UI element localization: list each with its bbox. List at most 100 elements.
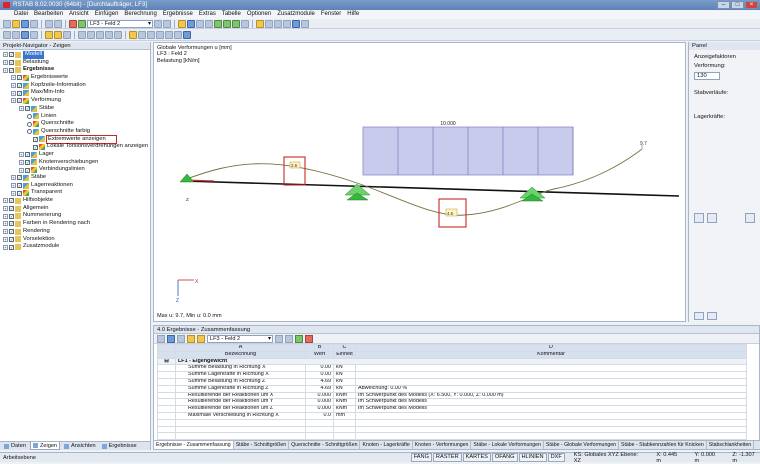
result-tab-0[interactable]: Ergebnisse - Zusammenfassung — [154, 441, 234, 449]
menu-hilfe[interactable]: Hilfe — [347, 10, 359, 19]
load-icon[interactable] — [45, 30, 53, 39]
table-icon[interactable] — [292, 19, 300, 28]
mirror-icon[interactable] — [105, 30, 113, 39]
table-excel-icon[interactable] — [295, 334, 303, 343]
result-tab-4[interactable]: Knoten - Verformungen — [413, 441, 472, 449]
nav-item-6[interactable]: + ✓ Verformung — [0, 97, 150, 105]
status-ofang[interactable]: OFANG — [491, 453, 518, 462]
table-row[interactable]: Resultierende der Reaktionen um Z 0.000 kN… — [157, 405, 747, 413]
view-icon[interactable] — [178, 19, 186, 28]
expand-icon[interactable]: + — [11, 83, 16, 89]
table-row[interactable]: Summe Belastung in Richtung X 0.00 kN — [157, 364, 747, 373]
next-icon[interactable] — [163, 19, 171, 28]
table-row[interactable]: Summe Belastung in Richtung Z 4.69 kN — [157, 377, 747, 386]
nav-item-4[interactable]: + ✓ Kopfzeile-Information — [0, 82, 150, 90]
checkbox-icon[interactable]: ✓ — [9, 213, 14, 219]
nodal-load-icon[interactable] — [63, 30, 71, 39]
expand-icon[interactable]: + — [19, 167, 24, 173]
expand-icon[interactable]: + — [3, 213, 8, 219]
header-bezeichnung[interactable]: Bezeichnung — [175, 350, 306, 359]
expand-icon[interactable]: + — [3, 221, 8, 227]
previous-icon[interactable] — [154, 19, 162, 28]
panel-diagram-button[interactable] — [707, 213, 717, 223]
expand-icon[interactable]: + — [11, 75, 16, 81]
checkbox-icon[interactable]: ✓ — [25, 167, 30, 173]
checkbox-icon[interactable]: ✓ — [9, 52, 14, 58]
table-print-icon[interactable] — [177, 334, 185, 343]
table-row[interactable]: Summe Lagerkräfte in Richtung Z 4.69 kN Abw… — [157, 384, 747, 393]
nav-item-22[interactable]: + ✓ Farben in Rendering nach — [0, 220, 150, 228]
expand-icon[interactable]: + — [3, 198, 8, 204]
result-tab-3[interactable]: Knoten - Lagerkräfte — [360, 441, 413, 449]
rotate-icon[interactable] — [96, 30, 104, 39]
expand-icon[interactable]: + — [11, 90, 16, 96]
table-group-row[interactable]: ⊟ LF1 - Eigengewicht — [157, 357, 747, 366]
table-filter-icon[interactable] — [187, 334, 195, 343]
print-icon[interactable] — [30, 19, 38, 28]
coordinate-system-icon[interactable] — [183, 30, 191, 39]
zoom-icon[interactable] — [196, 19, 204, 28]
nav-item-12[interactable]: ✓ Lokale Torsionsverdrehungen anzeigen — [0, 143, 150, 151]
expand-icon[interactable]: + — [3, 60, 8, 66]
status-fang[interactable]: FANG — [410, 453, 432, 462]
checkbox-icon[interactable]: ✓ — [17, 175, 22, 181]
checkbox-icon[interactable]: ✓ — [33, 144, 38, 150]
zoom-all-icon[interactable] — [205, 19, 213, 28]
nav-item-9[interactable]: Querschnitte — [0, 120, 150, 128]
view-x-icon[interactable] — [214, 19, 222, 28]
nav-item-21[interactable]: + ✓ Nummerierung — [0, 212, 150, 220]
status-dxf[interactable]: DXF — [547, 453, 565, 462]
checkbox-icon[interactable]: ✓ — [17, 90, 22, 96]
node-icon[interactable] — [3, 30, 11, 39]
table-loadcase-select[interactable]: LF3 - Feld 2 — [207, 334, 273, 343]
nav-item-3[interactable]: + ✓ Ergebniswerte — [0, 74, 150, 82]
menu-ansicht[interactable]: Ansicht — [69, 10, 89, 19]
hinge-icon[interactable] — [30, 30, 38, 39]
checkbox-icon[interactable]: ✓ — [17, 183, 22, 189]
menu-ergebnisse[interactable]: Ergebnisse — [163, 10, 193, 19]
menu-fenster[interactable]: Fenster — [321, 10, 341, 19]
checkbox-icon[interactable]: ✓ — [17, 83, 22, 89]
render-icon[interactable] — [187, 19, 195, 28]
work-plane-icon[interactable] — [174, 30, 182, 39]
graphics-window[interactable]: Globale Verformungen u [mm] LF3 : Feld 2… — [153, 42, 686, 322]
expand-icon[interactable]: + — [11, 183, 16, 189]
menu-optionen[interactable]: Optionen — [247, 10, 271, 19]
filter-icon[interactable] — [274, 19, 282, 28]
nav-item-15[interactable]: + ✓ Verbindungslinien — [0, 166, 150, 174]
expand-icon[interactable]: + — [11, 175, 16, 181]
dimension-icon[interactable] — [138, 30, 146, 39]
iso-view-icon[interactable] — [241, 19, 249, 28]
checkbox-icon[interactable]: ✓ — [9, 236, 14, 242]
checkbox-icon[interactable]: ✓ — [9, 60, 14, 66]
nav-item-24[interactable]: + ✓ Vorselektion — [0, 236, 150, 244]
checkbox-icon[interactable]: ✓ — [33, 136, 38, 142]
save-icon[interactable] — [21, 19, 29, 28]
expand-icon[interactable]: + — [3, 52, 8, 58]
deformation-factor-input[interactable]: 130 — [694, 72, 720, 80]
table-prev-icon[interactable] — [275, 334, 283, 343]
deformation-icon[interactable] — [256, 19, 264, 28]
table-select-icon[interactable] — [197, 334, 205, 343]
table-row[interactable]: Summe Lagerkräfte in Richtung X 0.00 kN — [157, 371, 747, 379]
snap-icon[interactable] — [165, 30, 173, 39]
nav-item-0[interactable]: + ✓ Modell — [0, 51, 150, 59]
expand-icon[interactable]: + — [19, 152, 24, 158]
expand-icon[interactable]: + — [3, 206, 8, 212]
checkbox-icon[interactable]: ✓ — [25, 159, 30, 165]
expand-icon[interactable]: + — [3, 67, 8, 73]
menu-zusatzmodule[interactable]: Zusatzmodule — [277, 10, 315, 19]
expand-icon[interactable]: + — [19, 159, 24, 165]
panel-tab-2[interactable] — [707, 312, 717, 320]
expand-icon[interactable]: + — [3, 229, 8, 235]
values-icon[interactable] — [265, 19, 273, 28]
close-button[interactable]: × — [745, 1, 758, 9]
checkbox-icon[interactable]: ✓ — [9, 229, 14, 235]
result-tab-7[interactable]: Stäbe - Stabkennzahlen für Knicken — [619, 441, 707, 449]
table-row[interactable]: Resultierende der Reaktionen um Y 0.000 kN… — [157, 398, 747, 407]
radio-icon[interactable] — [27, 121, 32, 127]
panel-icon[interactable] — [301, 19, 309, 28]
loadcase-select[interactable]: LF3 - Feld 2 — [87, 19, 153, 28]
checkbox-icon[interactable]: ✓ — [9, 206, 14, 212]
results-icon[interactable] — [78, 19, 86, 28]
